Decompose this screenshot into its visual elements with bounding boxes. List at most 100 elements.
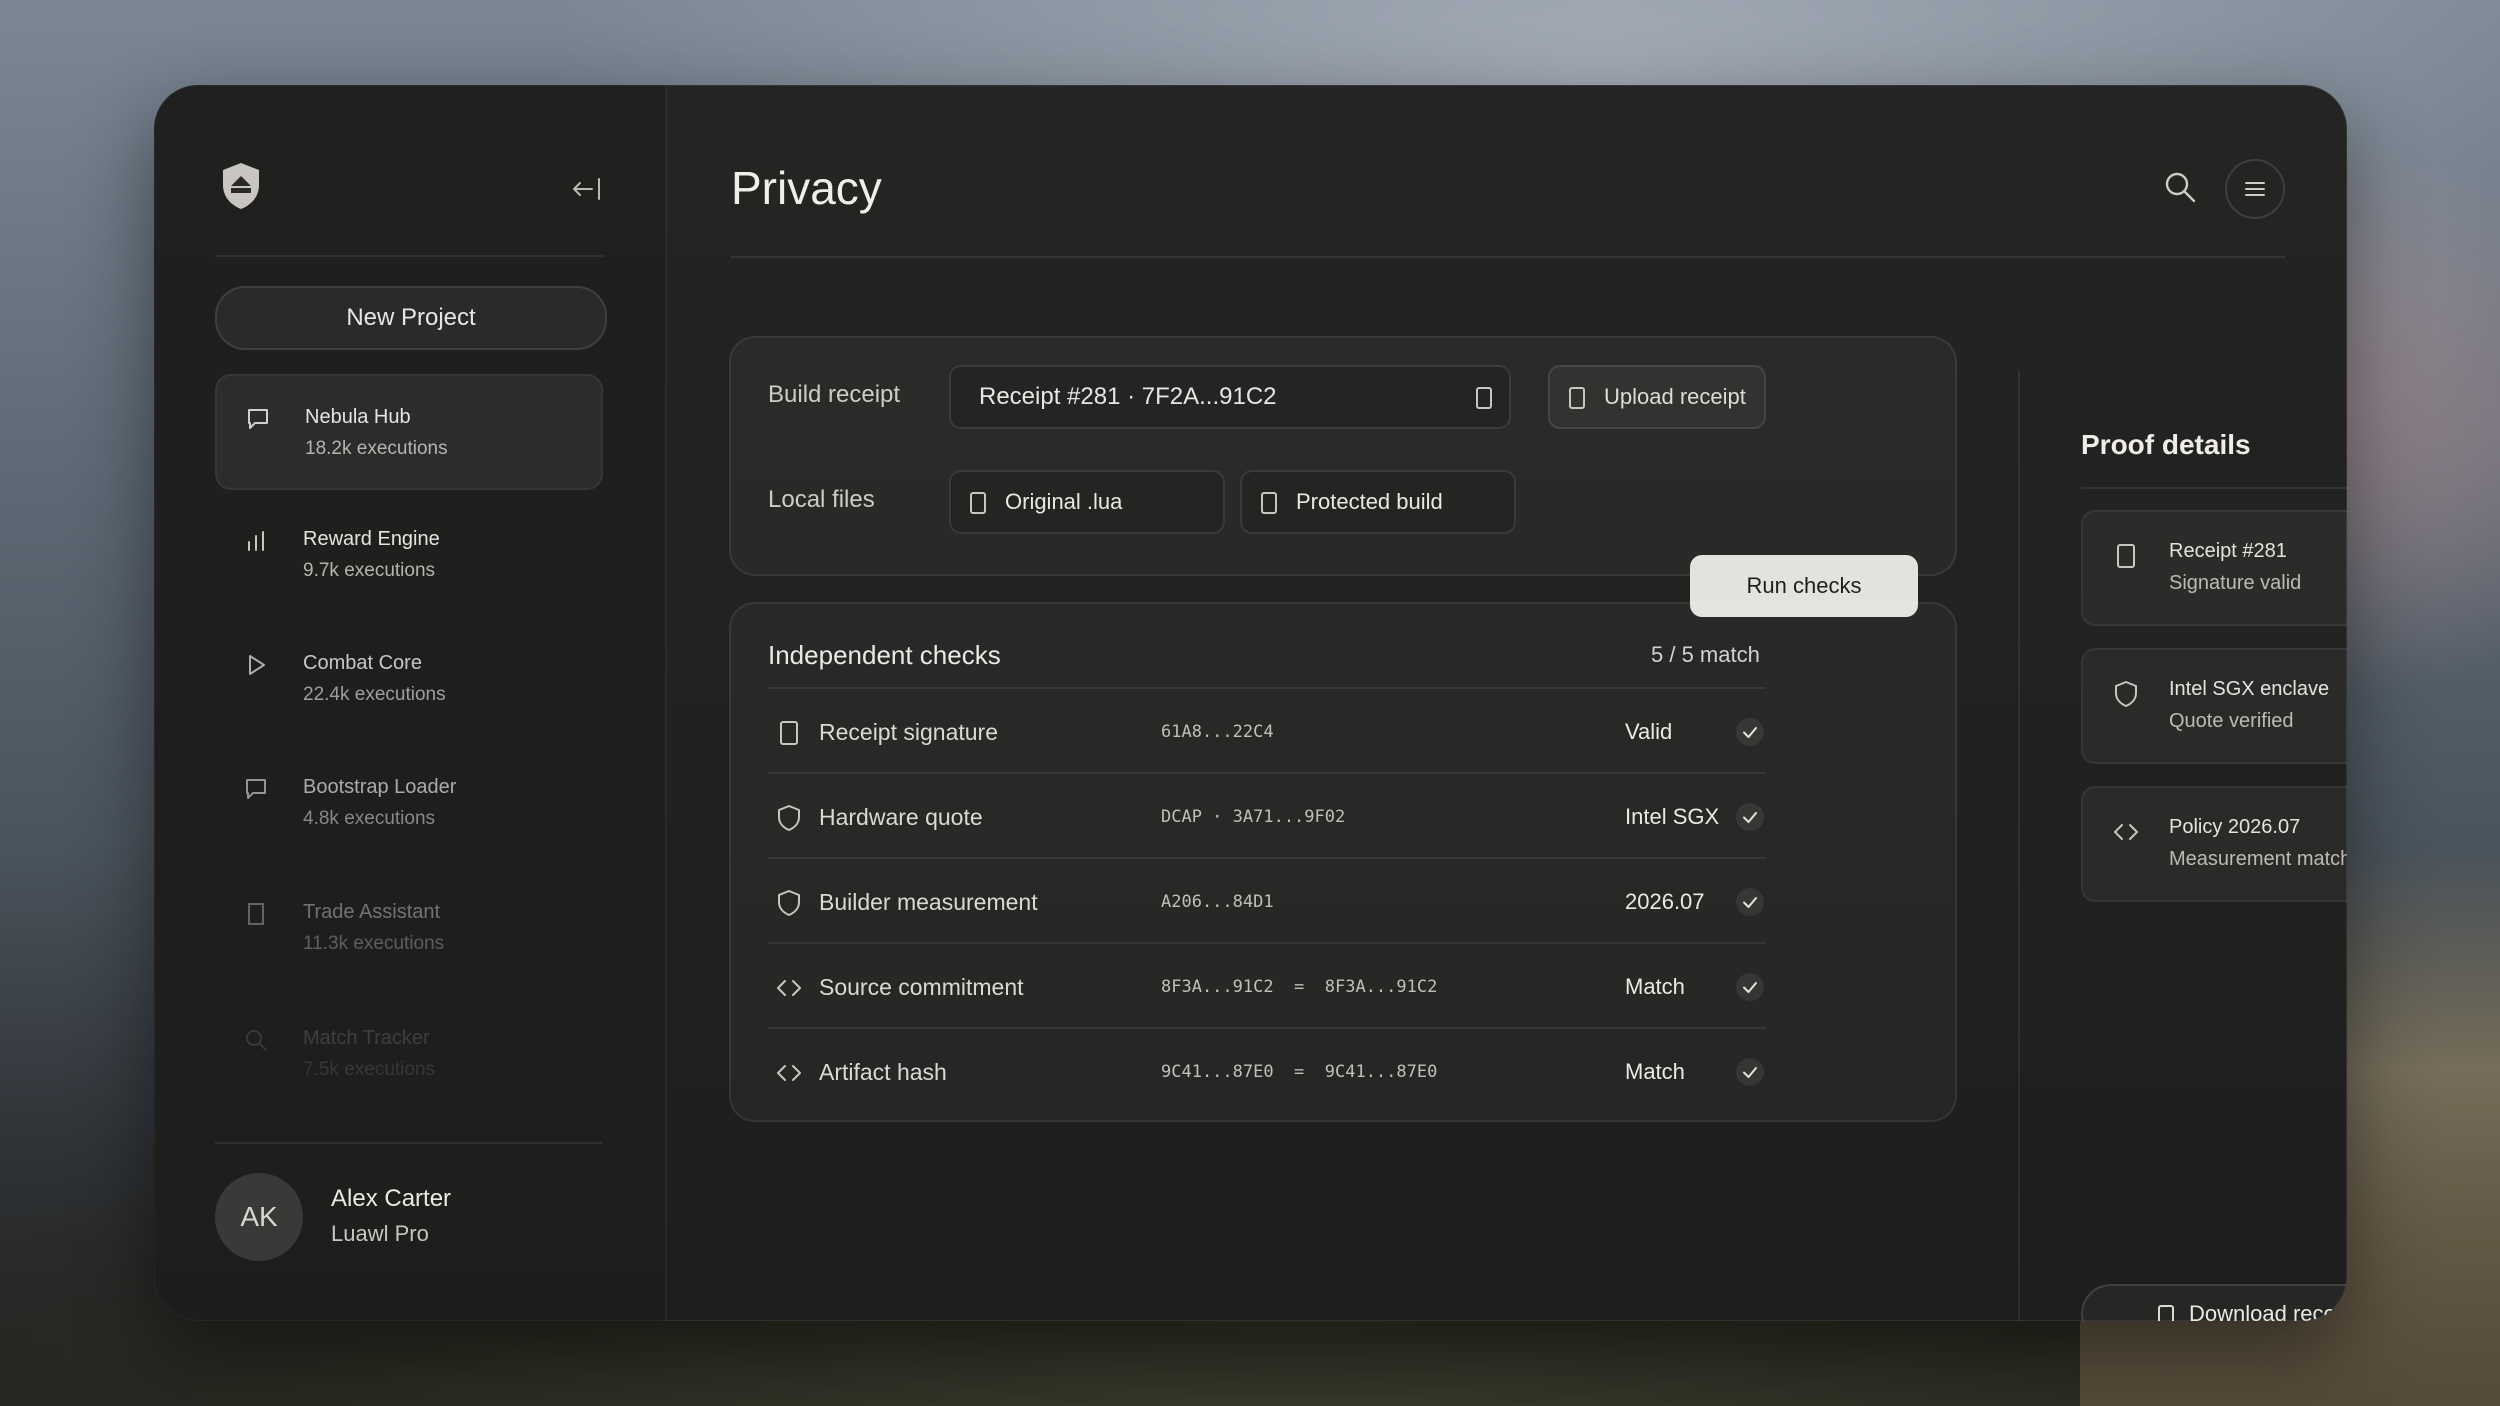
document-icon (1260, 491, 1278, 515)
table-row: Builder measurement A206...84D1 2026.07 (768, 859, 1766, 944)
check-result: Match (1625, 1059, 1685, 1084)
check-circle-icon (1734, 886, 1766, 918)
proof-card-title: Receipt #281 (2169, 540, 2287, 562)
code-icon (776, 1059, 802, 1087)
code-icon (776, 974, 802, 1002)
upload-receipt-button[interactable]: Upload receipt (1548, 365, 1766, 429)
sidebar-item-match-tracker[interactable]: Match Tracker 7.5k executions (215, 997, 603, 1113)
user-name: Alex Carter (331, 1185, 452, 1212)
panel-divider (2018, 370, 2020, 1321)
protected-build-label: Protected build (1296, 489, 1443, 514)
download-receipt-button[interactable]: Download receipt (2081, 1284, 2347, 1321)
header-divider (731, 256, 2285, 258)
sidebar-item-title: Reward Engine (303, 528, 440, 550)
bar-chart-icon (243, 528, 269, 554)
chat-icon (243, 776, 269, 802)
hamburger-icon (2245, 182, 2265, 196)
document-icon (776, 719, 802, 747)
proof-card-receipt: Receipt #281 Signature valid (2081, 510, 2347, 626)
sidebar-item-combat-core[interactable]: Combat Core 22.4k executions (215, 622, 603, 738)
check-name: Hardware quote (819, 804, 983, 830)
receipt-value: Receipt #281 · 7F2A...91C2 (979, 383, 1277, 410)
sidebar-item-sub: 18.2k executions (305, 438, 448, 459)
check-name: Builder measurement (819, 889, 1038, 915)
checks-title: Independent checks (768, 640, 1001, 670)
local-files-label: Local files (768, 486, 875, 513)
checks-summary: 5 / 5 match (1651, 642, 1760, 667)
document-icon (2113, 542, 2139, 570)
check-result: 2026.07 (1625, 889, 1705, 914)
check-hash: 9C41...87E0 = 9C41...87E0 (1161, 1062, 1438, 1082)
sidebar-item-title: Trade Assistant (303, 901, 441, 923)
proof-card-sub: Measurement matched (2169, 848, 2347, 870)
sidebar: New Project Nebula Hub 18.2k executions … (154, 85, 667, 1321)
receipt-field[interactable]: Receipt #281 · 7F2A...91C2 (949, 365, 1511, 429)
sidebar-item-reward-engine[interactable]: Reward Engine 9.7k executions (215, 498, 603, 614)
document-icon (243, 901, 269, 927)
sidebar-item-sub: 22.4k executions (303, 684, 446, 705)
proof-details-title: Proof details (2081, 429, 2251, 460)
play-icon (243, 652, 269, 678)
document-icon (2157, 1304, 2175, 1321)
shield-icon (2113, 680, 2139, 708)
download-receipt-label: Download receipt (2189, 1301, 2347, 1321)
check-name: Artifact hash (819, 1059, 947, 1085)
search-icon[interactable] (2162, 169, 2198, 205)
check-circle-icon (1734, 971, 1766, 1003)
sidebar-divider (215, 255, 603, 257)
check-circle-icon (1734, 801, 1766, 833)
menu-button[interactable] (2225, 159, 2285, 219)
code-icon (2113, 818, 2139, 846)
page-title: Privacy (731, 162, 882, 214)
sidebar-item-sub: 4.8k executions (303, 808, 436, 829)
sidebar-item-title: Combat Core (303, 652, 422, 674)
check-result: Valid (1625, 719, 1673, 744)
sidebar-item-sub: 9.7k executions (303, 560, 436, 581)
document-icon (969, 491, 987, 515)
original-file-label: Original .lua (1005, 489, 1123, 514)
proof-card-title: Intel SGX enclave (2169, 678, 2330, 700)
check-hash: 61A8...22C4 (1161, 722, 1274, 742)
proof-card-sub: Quote verified (2169, 710, 2294, 732)
table-row: Source commitment 8F3A...91C2 = 8F3A...9… (768, 944, 1766, 1029)
shield-icon (776, 804, 802, 832)
proof-card-policy: Policy 2026.07 Measurement matched (2081, 786, 2347, 902)
new-project-button[interactable]: New Project (215, 286, 607, 350)
proof-card-enclave: Intel SGX enclave Quote verified (2081, 648, 2347, 764)
check-circle-icon (1734, 1056, 1766, 1088)
table-row: Hardware quote DCAP · 3A71...9F02 Intel … (768, 774, 1766, 859)
proof-divider (2081, 487, 2347, 489)
check-result: Match (1625, 974, 1685, 999)
sidebar-item-sub: 11.3k executions (303, 933, 445, 954)
sidebar-item-trade-assistant[interactable]: Trade Assistant 11.3k executions (215, 871, 603, 987)
check-name: Receipt signature (819, 719, 998, 745)
upload-receipt-label: Upload receipt (1604, 384, 1746, 409)
check-result: Intel SGX (1625, 804, 1720, 829)
check-hash: A206...84D1 (1161, 892, 1274, 912)
sidebar-item-title: Match Tracker (303, 1027, 430, 1049)
check-name: Source commitment (819, 974, 1024, 1000)
app-window: New Project Nebula Hub 18.2k executions … (154, 85, 2347, 1321)
original-file-field[interactable]: Original .lua (949, 470, 1225, 534)
shield-icon (776, 889, 802, 917)
proof-card-title: Policy 2026.07 (2169, 816, 2301, 838)
build-receipt-label: Build receipt (768, 381, 901, 408)
sidebar-bottom-divider (215, 1142, 603, 1144)
sidebar-item-title: Nebula Hub (305, 406, 411, 428)
table-row: Artifact hash 9C41...87E0 = 9C41...87E0 … (768, 1029, 1766, 1114)
proof-card-sub: Signature valid (2169, 572, 2302, 594)
search-icon (243, 1027, 269, 1053)
collapse-sidebar-icon[interactable] (570, 175, 602, 203)
user-plan: Luawl Pro (331, 1221, 429, 1246)
shield-logo-icon (220, 161, 262, 211)
avatar: AK (215, 1173, 303, 1261)
sidebar-item-bootstrap-loader[interactable]: Bootstrap Loader 4.8k executions (215, 746, 603, 862)
user-profile[interactable]: AK Alex Carter Luawl Pro (215, 1173, 615, 1263)
check-circle-icon (1734, 716, 1766, 748)
check-hash: DCAP · 3A71...9F02 (1161, 807, 1346, 827)
check-hash: 8F3A...91C2 = 8F3A...91C2 (1161, 977, 1438, 997)
sidebar-item-nebula-hub[interactable]: Nebula Hub 18.2k executions (215, 374, 603, 490)
copy-icon[interactable] (1475, 386, 1493, 410)
table-row: Receipt signature 61A8...22C4 Valid (768, 689, 1766, 774)
protected-build-field[interactable]: Protected build (1240, 470, 1516, 534)
